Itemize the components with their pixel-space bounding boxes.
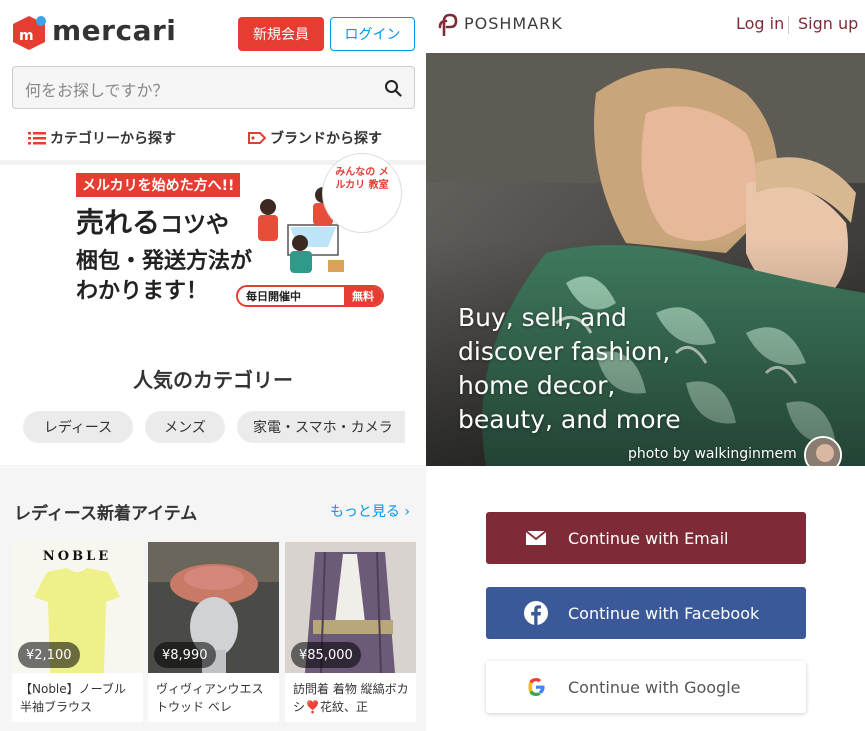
- poshmark-header: POSHMARK Log in Sign up: [426, 0, 865, 53]
- poshmark-logo-icon[interactable]: [438, 12, 458, 36]
- login-button[interactable]: ログイン: [330, 17, 415, 51]
- hero-line: home decor,: [458, 371, 616, 400]
- nav-category[interactable]: カテゴリーから探す: [28, 128, 176, 148]
- mercari-logo-icon[interactable]: m: [10, 14, 48, 52]
- hero-tagline: Buy, sell, and discover fashion, home de…: [458, 301, 681, 437]
- popular-categories-title: 人気のカテゴリー: [133, 368, 293, 392]
- new-items-section: レディース新着アイテム もっと見る › NOBLE ¥2,100 【Noble】…: [0, 465, 426, 731]
- google-icon: [524, 675, 548, 699]
- banner-headline: 売れるコツや: [76, 201, 229, 241]
- tag-icon: [248, 132, 266, 144]
- item-title: 【Noble】ノーブル 半袖ブラウス: [20, 682, 126, 714]
- item-brand-text: NOBLE: [43, 549, 111, 564]
- nav-category-label: カテゴリーから探す: [50, 131, 176, 147]
- item-title: 訪問着 着物 縦縞ボカシ❣️花紋、正: [293, 682, 409, 714]
- nav-brand[interactable]: ブランドから探す: [248, 128, 382, 148]
- nav-brand-label: ブランドから探す: [270, 131, 382, 147]
- hero-image: Buy, sell, and discover fashion, home de…: [426, 53, 865, 466]
- item-price: ¥85,000: [291, 642, 361, 668]
- hero-line: discover fashion,: [458, 337, 671, 366]
- facebook-button-label: Continue with Facebook: [568, 603, 760, 623]
- banner-classroom-badge: [322, 153, 402, 233]
- hero-line: beauty, and more: [458, 405, 681, 434]
- avatar[interactable]: [804, 436, 842, 466]
- banner-pill: 毎日開催中 無料: [236, 285, 384, 307]
- banner-line2: 梱包・発送方法が: [76, 249, 253, 274]
- mercari-nav: カテゴリーから探す ブランドから探す: [0, 118, 426, 158]
- search-bar[interactable]: 何をお探しですか？: [12, 66, 415, 109]
- google-button-label: Continue with Google: [568, 677, 741, 697]
- section-title: レディース新着アイテム: [14, 504, 198, 524]
- mercari-panel: m mercari 新規会員 ログイン 何をお探しですか？ カテゴリーから探す …: [0, 0, 426, 731]
- signup-link[interactable]: Sign up: [798, 14, 858, 33]
- category-chip-ladies[interactable]: レディース: [23, 411, 133, 443]
- search-input[interactable]: 何をお探しですか？: [25, 77, 169, 101]
- poshmark-logo-text[interactable]: POSHMARK: [464, 14, 563, 33]
- category-chip-mens[interactable]: メンズ: [145, 411, 225, 443]
- banner-pill-text: 毎日開催中: [246, 290, 301, 303]
- search-icon[interactable]: [384, 79, 402, 97]
- email-icon: [524, 526, 548, 550]
- banner-free-badge: 無料: [344, 287, 382, 305]
- see-more-link[interactable]: もっと見る ›: [330, 501, 410, 521]
- poshmark-panel: POSHMARK Log in Sign up Buy, sell, and d…: [426, 0, 865, 731]
- facebook-icon: [524, 601, 548, 625]
- mercari-logo-text[interactable]: mercari: [52, 14, 176, 47]
- item-title: ヴィヴィアンウエストウッド ベレ: [156, 682, 264, 714]
- continue-with-email-button[interactable]: Continue with Email: [486, 512, 806, 564]
- hero-line: Buy, sell, and: [458, 303, 627, 332]
- banner-headline-small: コツや: [160, 212, 230, 238]
- email-button-label: Continue with Email: [568, 528, 729, 548]
- header-separator: [788, 16, 789, 34]
- banner-classroom-text: みんなの メルカリ 教室: [335, 167, 389, 191]
- photo-credit: photo by walkinginmem: [628, 446, 797, 462]
- item-price: ¥8,990: [154, 642, 216, 668]
- signup-button[interactable]: 新規会員: [238, 17, 324, 51]
- item-card[interactable]: ¥85,000 訪問着 着物 縦縞ボカシ❣️花紋、正: [285, 542, 416, 722]
- avatar-image: [806, 438, 840, 466]
- item-price: ¥2,100: [18, 642, 80, 668]
- login-link[interactable]: Log in: [736, 14, 784, 33]
- banner-headline-big: 売れる: [76, 206, 161, 239]
- banner-line3: わかります！: [76, 279, 209, 304]
- banner-tag: メルカリを始めた方へ!!: [76, 173, 241, 197]
- list-icon: [28, 132, 46, 145]
- category-chip-electronics[interactable]: 家電・スマホ・カメラ: [237, 411, 405, 443]
- continue-with-google-button[interactable]: Continue with Google: [486, 661, 806, 713]
- svg-text:m: m: [19, 28, 34, 44]
- mercari-header: m mercari 新規会員 ログイン: [0, 0, 426, 64]
- continue-with-facebook-button[interactable]: Continue with Facebook: [486, 587, 806, 639]
- item-card[interactable]: ¥8,990 ヴィヴィアンウエストウッド ベレ: [148, 542, 279, 722]
- item-card[interactable]: NOBLE ¥2,100 【Noble】ノーブル 半袖ブラウス: [12, 542, 143, 722]
